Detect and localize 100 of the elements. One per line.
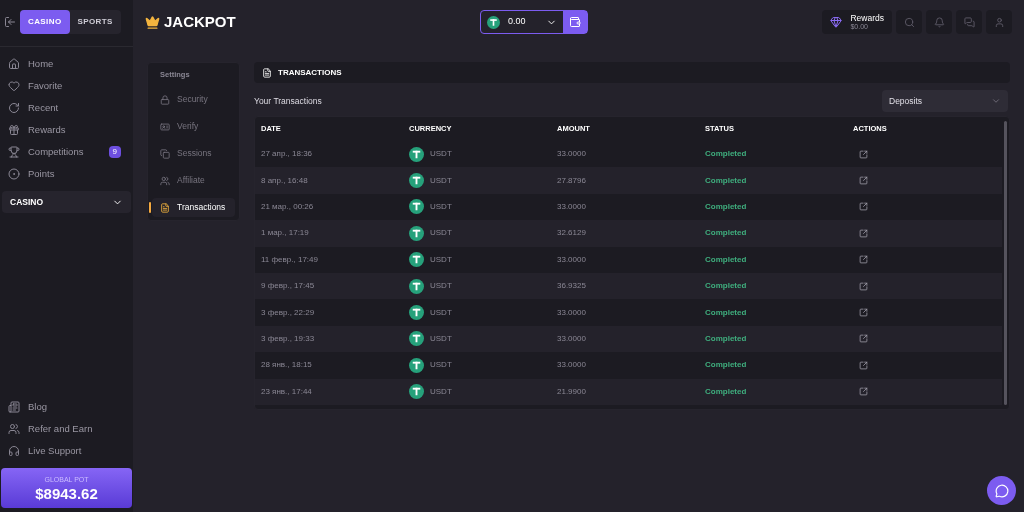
open-link-icon[interactable]: [859, 202, 868, 212]
settings-item[interactable]: Affiliate: [152, 171, 235, 191]
casino-section[interactable]: CASINO: [2, 191, 131, 213]
date-cell-text: 8 апр., 16:48: [260, 174, 309, 187]
date-cell-text: 11 февр., 17:49: [260, 253, 319, 266]
bell-icon: [933, 16, 945, 28]
currency-cell: USDT: [430, 253, 452, 266]
amount-cell-text: 33.0000: [556, 253, 587, 266]
open-link-icon[interactable]: [859, 281, 868, 291]
open-link-icon[interactable]: [859, 387, 868, 397]
currency-cell: USDT: [430, 280, 452, 293]
heart-icon: [8, 80, 20, 92]
refresh-icon: [8, 102, 20, 114]
gift-icon: [8, 124, 20, 136]
tether-coin-icon: [409, 173, 424, 189]
open-link-icon[interactable]: [859, 255, 868, 265]
mode-tab[interactable]: CASINO: [20, 10, 70, 34]
open-link-icon[interactable]: [859, 176, 868, 186]
nav-label: Favorite: [28, 78, 63, 93]
tether-coin-icon: [409, 384, 424, 400]
status-cell-text: Completed: [704, 332, 748, 345]
date-cell-text: 27 апр., 18:36: [260, 148, 314, 161]
tether-coin-icon: [409, 331, 424, 347]
status-cell-text: Completed: [704, 280, 748, 293]
people-icon: [8, 423, 20, 435]
settings-item[interactable]: Transactions: [152, 198, 235, 218]
status-cell-text: Completed: [704, 359, 748, 372]
nav-item[interactable]: Rewards: [8, 121, 125, 139]
open-link-icon[interactable]: [859, 149, 868, 159]
status-cell-text: Completed: [704, 306, 748, 319]
nav-item[interactable]: Favorite: [8, 77, 125, 95]
footer-link[interactable]: Live Support: [8, 442, 125, 460]
currency-cell: USDT: [430, 227, 452, 240]
pot-amount: $8943.62: [35, 485, 98, 501]
date-cell-text: 3 февр., 19:33: [260, 332, 316, 345]
nav-label: Rewards: [28, 122, 66, 137]
currency-cell: USDT: [430, 200, 452, 213]
amount-cell-text: 21.9900: [556, 385, 587, 398]
open-link-icon[interactable]: [859, 360, 868, 370]
amount-cell-text: 33.0000: [556, 359, 587, 372]
section-title: Your Transactions: [254, 94, 322, 108]
user-icon: [993, 16, 1005, 28]
date-cell-text: 1 мар., 17:19: [260, 227, 310, 240]
status-cell-text: Completed: [704, 174, 748, 187]
trophy-icon: [8, 146, 20, 158]
wallet-icon: [568, 16, 581, 28]
filter-dropdown[interactable]: Deposits: [882, 90, 1008, 112]
currency-cell: USDT: [430, 359, 452, 372]
rewards-label: Rewards: [850, 13, 884, 23]
open-link-icon[interactable]: [859, 334, 868, 344]
amount-cell-text: 33.0000: [556, 200, 587, 213]
amount-cell-text: 33.0000: [556, 148, 587, 161]
wallet-button[interactable]: [562, 11, 587, 33]
nav-label: Competitions: [28, 144, 84, 159]
date-cell-text: 9 февр., 17:45: [260, 280, 316, 293]
document-icon: [160, 202, 170, 213]
chat-button[interactable]: [987, 476, 1016, 505]
settings-item[interactable]: Verify: [152, 117, 235, 137]
tether-coin-icon: [409, 146, 424, 162]
house-icon: [8, 58, 20, 70]
gem-icon: [830, 16, 843, 28]
nav-item[interactable]: Competitions 9: [8, 143, 125, 161]
currency-cell: USDT: [430, 332, 452, 345]
panel-title: TRANSACTIONS: [278, 66, 342, 79]
status-cell-text: Completed: [704, 385, 748, 398]
copy-icon: [160, 148, 170, 159]
chevron-icon: [991, 96, 1001, 106]
circle-icon: [8, 168, 20, 180]
settings-item[interactable]: Sessions: [152, 144, 235, 164]
tether-coin-icon: [409, 305, 424, 321]
open-link-icon[interactable]: [859, 308, 868, 318]
link-label: Blog: [28, 399, 47, 414]
open-link-icon[interactable]: [859, 228, 868, 238]
people-icon: [160, 175, 170, 186]
mode-tab[interactable]: SPORTS: [69, 10, 121, 34]
nav-item[interactable]: Points: [8, 165, 125, 183]
link-label: Live Support: [28, 443, 82, 458]
footer-link[interactable]: Refer and Earn: [8, 420, 125, 438]
amount-cell-text: 32.6129: [556, 227, 587, 240]
currency-cell: USDT: [430, 148, 452, 161]
settings-item[interactable]: Security: [152, 90, 235, 110]
amount-cell-text: 33.0000: [556, 306, 587, 319]
tether-coin-icon: [409, 357, 424, 373]
date-cell-text: 3 февр., 22:29: [260, 306, 316, 319]
status-cell-text: Completed: [704, 148, 748, 161]
nav-item[interactable]: Recent: [8, 99, 125, 117]
lock-icon: [160, 94, 170, 105]
count-badge: 9: [108, 146, 121, 158]
newspaper-icon: [8, 401, 20, 413]
currency-cell: USDT: [430, 174, 452, 187]
nav-label: Points: [28, 166, 55, 181]
nav-label: Home: [28, 56, 54, 71]
amount-cell-text: 36.9325: [556, 280, 587, 293]
footer-link[interactable]: Blog: [8, 398, 125, 416]
id-card-icon: [160, 121, 170, 132]
nav-item[interactable]: Home: [8, 55, 125, 73]
tether-coin-icon: [409, 225, 424, 241]
tether-coin-icon: [409, 278, 424, 294]
scrollbar[interactable]: [1004, 121, 1007, 405]
date-cell-text: 21 мар., 00:26: [260, 200, 315, 213]
